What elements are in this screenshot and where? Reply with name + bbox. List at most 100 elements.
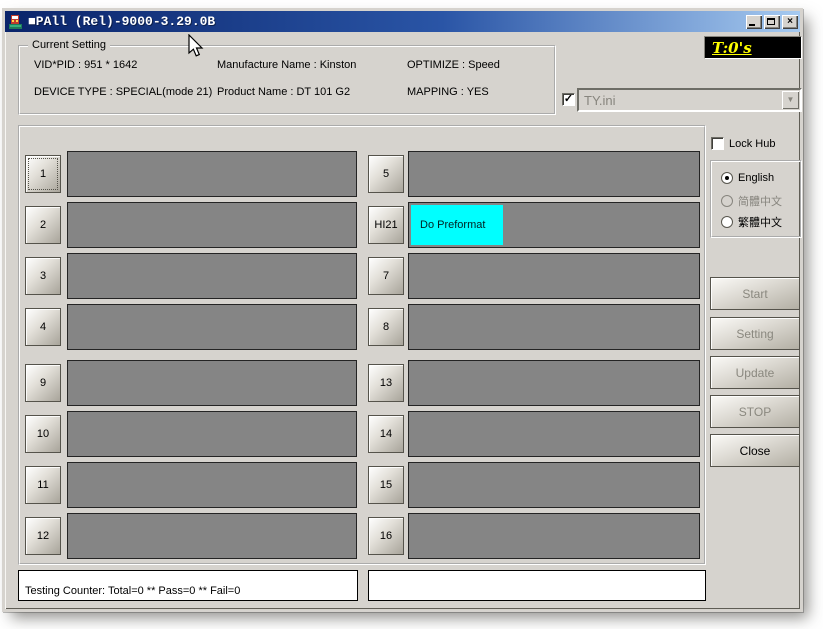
timer-display: T:0's: [704, 36, 802, 59]
slot-row-12: 12: [25, 513, 357, 559]
slot-row-1: 1: [25, 151, 357, 197]
setting-button[interactable]: Setting: [710, 317, 800, 350]
slot-row-11: 11: [25, 462, 357, 508]
start-button[interactable]: Start: [710, 277, 800, 310]
slot-row-13: 13: [368, 360, 700, 406]
slot-button-10[interactable]: 10: [25, 415, 61, 453]
minimize-button[interactable]: [746, 14, 762, 29]
slot-row-8: 8: [368, 304, 700, 350]
slot-grid-container: 1 2 3 4 9 10 11 12 5 HI21 Do Preformat 7…: [18, 125, 706, 565]
slot-panel-5: [408, 151, 700, 197]
maximize-button[interactable]: [764, 14, 780, 29]
product-name-value: Product Name : DT 101 G2: [217, 86, 351, 98]
slot-row-5: 5: [368, 151, 700, 197]
desktop-background: ■PAll (Rel)-9000-3.29.0B × Current Setti…: [0, 0, 823, 629]
radio-simplified-chinese: [721, 195, 733, 207]
slot-button-8[interactable]: 8: [368, 308, 404, 346]
ini-enable-checkbox[interactable]: ✓: [562, 93, 575, 106]
close-window-button[interactable]: ×: [782, 14, 798, 29]
window-controls: ×: [746, 14, 798, 29]
slot-panel-15: [408, 462, 700, 508]
slot-button-7[interactable]: 7: [368, 257, 404, 295]
slot-panel-4: [67, 304, 357, 350]
minimize-icon: [749, 23, 755, 26]
slot-button-1[interactable]: 1: [25, 155, 61, 193]
slot-row-7: 7: [368, 253, 700, 299]
slot-row-2: 2: [25, 202, 357, 248]
slot-panel-9: [67, 360, 357, 406]
slot-panel-3: [67, 253, 357, 299]
slot-panel-16: [408, 513, 700, 559]
testing-counter-box: Testing Counter: Total=0 ** Pass=0 ** Fa…: [18, 570, 358, 601]
slot-panel-14: [408, 411, 700, 457]
titlebar[interactable]: ■PAll (Rel)-9000-3.29.0B ×: [5, 11, 800, 32]
slot-panel-1: [67, 151, 357, 197]
slot-button-4[interactable]: 4: [25, 308, 61, 346]
language-label-simplified: 简體中文: [738, 196, 782, 208]
slot-panel-11: [67, 462, 357, 508]
slot-button-13[interactable]: 13: [368, 364, 404, 402]
ini-file-combobox[interactable]: TY.ini ▼: [577, 88, 802, 112]
language-label-english: English: [738, 172, 775, 184]
language-group: English 简體中文 繁體中文: [710, 160, 802, 238]
update-button[interactable]: Update: [710, 356, 800, 389]
slot-6-status-do-preformat: Do Preformat: [411, 205, 503, 245]
lock-hub-label: Lock Hub: [729, 137, 776, 150]
manufacture-name-value: Manufacture Name : Kinston: [217, 59, 357, 71]
slot-column-left: 1 2 3 4 9 10 11 12: [25, 151, 357, 564]
chevron-down-icon: ▼: [786, 95, 795, 104]
slot-row-4: 4: [25, 304, 357, 350]
testing-counter-text: Testing Counter: Total=0 ** Pass=0 ** Fa…: [25, 585, 241, 597]
stop-button[interactable]: STOP: [710, 395, 800, 428]
lock-hub-checkbox[interactable]: [711, 137, 724, 150]
close-button[interactable]: Close: [710, 434, 800, 467]
slot-row-15: 15: [368, 462, 700, 508]
slot-button-2[interactable]: 2: [25, 206, 61, 244]
close-icon: ×: [787, 15, 793, 27]
lock-hub-row: Lock Hub: [711, 137, 775, 150]
device-type-value: DEVICE TYPE : SPECIAL(mode 21): [34, 86, 213, 98]
language-option-traditional[interactable]: 繁體中文: [721, 214, 782, 230]
vid-pid-value: VID*PID : 951 * 1642: [34, 59, 138, 71]
radio-traditional-chinese[interactable]: [721, 216, 733, 228]
slot-row-6: HI21 Do Preformat: [368, 202, 700, 248]
slot-button-15[interactable]: 15: [368, 466, 404, 504]
language-option-english[interactable]: English: [721, 172, 774, 184]
slot-row-14: 14: [368, 411, 700, 457]
slot-button-14[interactable]: 14: [368, 415, 404, 453]
slot-column-right: 5 HI21 Do Preformat 7 8 13 14 15 16: [368, 151, 700, 564]
slot-button-11[interactable]: 11: [25, 466, 61, 504]
slot-button-16[interactable]: 16: [368, 517, 404, 555]
current-setting-legend: Current Setting: [28, 39, 110, 51]
slot-panel-2: [67, 202, 357, 248]
slot-button-3[interactable]: 3: [25, 257, 61, 295]
slot-button-12[interactable]: 12: [25, 517, 61, 555]
current-setting-group: Current Setting VID*PID : 951 * 1642 Man…: [18, 39, 556, 115]
optimize-value: OPTIMIZE : Speed: [407, 59, 500, 71]
slot-button-6-hi21[interactable]: HI21: [368, 206, 404, 244]
checkmark-icon: ✓: [563, 93, 574, 105]
maximize-icon: [767, 17, 775, 25]
app-icon: [9, 14, 22, 29]
slot-row-9: 9: [25, 360, 357, 406]
combobox-dropdown-button[interactable]: ▼: [782, 91, 799, 109]
app-window: ■PAll (Rel)-9000-3.29.0B × Current Setti…: [2, 8, 803, 612]
slot-button-9[interactable]: 9: [25, 364, 61, 402]
slot-panel-13: [408, 360, 700, 406]
radio-english[interactable]: [721, 172, 733, 184]
slot-panel-6: Do Preformat: [408, 202, 700, 248]
message-box: [368, 570, 706, 601]
slot-row-10: 10: [25, 411, 357, 457]
language-label-traditional: 繁體中文: [738, 217, 782, 229]
mapping-value: MAPPING : YES: [407, 86, 489, 98]
window-title: ■PAll (Rel)-9000-3.29.0B: [28, 14, 216, 29]
language-option-simplified: 简體中文: [721, 193, 782, 209]
ini-file-value: TY.ini: [584, 92, 616, 108]
slot-panel-10: [67, 411, 357, 457]
slot-row-16: 16: [368, 513, 700, 559]
slot-panel-12: [67, 513, 357, 559]
slot-button-5[interactable]: 5: [368, 155, 404, 193]
slot-panel-7: [408, 253, 700, 299]
mouse-cursor: [188, 34, 204, 57]
slot-row-3: 3: [25, 253, 357, 299]
